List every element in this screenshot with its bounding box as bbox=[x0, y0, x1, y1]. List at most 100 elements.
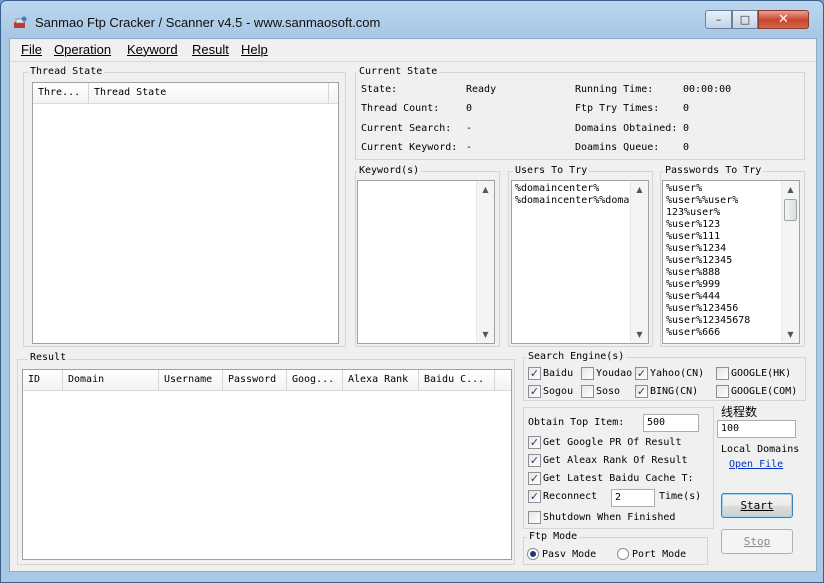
col-id[interactable]: ID bbox=[23, 370, 63, 390]
google-com-checkbox[interactable] bbox=[716, 385, 729, 398]
domains-queue-label: Doamins Queue: bbox=[575, 142, 660, 153]
baidu-label: Baidu bbox=[543, 368, 574, 379]
current-keyword-value: - bbox=[466, 142, 473, 153]
col-google[interactable]: Goog... bbox=[287, 370, 343, 390]
state-label: State: bbox=[361, 84, 398, 95]
col-domain[interactable]: Domain bbox=[63, 370, 159, 390]
ftp-mode-title: Ftp Mode bbox=[527, 531, 580, 542]
google-hk-checkbox[interactable] bbox=[716, 367, 729, 380]
menu-file[interactable]: File bbox=[21, 42, 42, 57]
password-item: 123%user% bbox=[666, 207, 721, 218]
soso-label: Soso bbox=[596, 386, 621, 397]
passwords-title: Passwords To Try bbox=[663, 165, 764, 176]
thread-column-header[interactable]: Thre... bbox=[33, 83, 89, 103]
current-state-title: Current State bbox=[357, 66, 440, 77]
menu-result[interactable]: Result bbox=[192, 42, 229, 57]
users-title: Users To Try bbox=[513, 165, 590, 176]
menu-bar: File Operation Keyword Result Help bbox=[10, 39, 816, 62]
yahoo-checkbox[interactable]: ✓ bbox=[635, 367, 648, 380]
sogou-checkbox[interactable]: ✓ bbox=[528, 385, 541, 398]
users-textarea[interactable]: %domaincenter% %domaincenter%%doma ▲ ▼ bbox=[511, 180, 649, 344]
thread-state-title: Thread State bbox=[28, 66, 105, 77]
keywords-title: Keyword(s) bbox=[357, 165, 422, 176]
user-item: %domaincenter%%doma bbox=[515, 195, 629, 206]
col-baidu[interactable]: Baidu C... bbox=[419, 370, 495, 390]
pasv-mode-radio[interactable] bbox=[527, 548, 539, 560]
password-item: %user%444 bbox=[666, 291, 721, 302]
ftp-try-label: Ftp Try Times: bbox=[575, 103, 660, 114]
get-pr-checkbox[interactable]: ✓ bbox=[528, 436, 541, 449]
main-window: Sanmao Ftp Cracker / Scanner v4.5 - www.… bbox=[0, 0, 824, 583]
get-alexa-checkbox[interactable]: ✓ bbox=[528, 454, 541, 467]
menu-operation[interactable]: Operation bbox=[54, 42, 111, 57]
google-hk-label: GOOGLE(HK) bbox=[731, 368, 792, 379]
thread-state-column-header[interactable]: Thread State bbox=[89, 83, 329, 103]
close-button[interactable]: ✕ bbox=[758, 10, 809, 29]
passwords-textarea[interactable]: %user% %user%%user% 123%user% %user%123 %use… bbox=[662, 180, 800, 344]
scroll-down-icon[interactable]: ▼ bbox=[477, 326, 494, 343]
password-item: %user%%user% bbox=[666, 195, 739, 206]
port-mode-radio[interactable] bbox=[617, 548, 629, 560]
bing-checkbox[interactable]: ✓ bbox=[635, 385, 648, 398]
menu-help[interactable]: Help bbox=[241, 42, 268, 57]
thread-state-list[interactable]: Thre... Thread State bbox=[32, 82, 339, 344]
app-icon bbox=[14, 16, 27, 28]
scroll-down-icon[interactable]: ▼ bbox=[782, 326, 799, 343]
scroll-thumb[interactable] bbox=[784, 199, 797, 221]
scroll-up-icon[interactable]: ▲ bbox=[631, 181, 648, 198]
threads-input[interactable]: 100 bbox=[717, 420, 796, 438]
open-file-link[interactable]: Open File bbox=[729, 459, 783, 470]
window-title: Sanmao Ftp Cracker / Scanner v4.5 - www.… bbox=[35, 15, 381, 30]
menu-keyword[interactable]: Keyword bbox=[127, 42, 178, 57]
stop-button[interactable]: Stop bbox=[721, 529, 793, 554]
password-item: %user%123 bbox=[666, 219, 721, 230]
result-title: Result bbox=[28, 352, 69, 363]
col-password[interactable]: Password bbox=[223, 370, 287, 390]
sogou-label: Sogou bbox=[543, 386, 574, 397]
scroll-up-icon[interactable]: ▲ bbox=[782, 181, 799, 198]
password-item: %user%12345678 bbox=[666, 315, 751, 326]
running-time-label: Running Time: bbox=[575, 84, 654, 95]
obtain-top-input[interactable]: 500 bbox=[643, 414, 699, 432]
shutdown-checkbox[interactable] bbox=[528, 511, 541, 524]
youdao-label: Youdao bbox=[596, 368, 633, 379]
keywords-scrollbar[interactable]: ▲ ▼ bbox=[476, 181, 494, 343]
reconnect-checkbox[interactable]: ✓ bbox=[528, 490, 541, 503]
password-item: %user%12345 bbox=[666, 255, 733, 266]
baidu-checkbox[interactable]: ✓ bbox=[528, 367, 541, 380]
youdao-checkbox[interactable] bbox=[581, 367, 594, 380]
user-item: %domaincenter% bbox=[515, 183, 600, 194]
scroll-down-icon[interactable]: ▼ bbox=[631, 326, 648, 343]
users-list: %domaincenter% %domaincenter%%doma bbox=[515, 183, 629, 207]
result-list[interactable]: ID Domain Username Password Goog... Alex… bbox=[22, 369, 512, 560]
domains-queue-value: 0 bbox=[683, 142, 690, 153]
current-search-value: - bbox=[466, 123, 473, 134]
passwords-scrollbar[interactable]: ▲ ▼ bbox=[781, 181, 799, 343]
password-item: %user%123456 bbox=[666, 303, 739, 314]
users-scrollbar[interactable]: ▲ ▼ bbox=[630, 181, 648, 343]
get-baidu-checkbox[interactable]: ✓ bbox=[528, 472, 541, 485]
search-engine-title: Search Engine(s) bbox=[526, 351, 627, 362]
col-alexa-rank[interactable]: Alexa Rank bbox=[343, 370, 419, 390]
local-domains-label: Local Domains bbox=[721, 444, 800, 455]
scroll-up-icon[interactable]: ▲ bbox=[477, 181, 494, 198]
reconnect-input[interactable]: 2 bbox=[611, 489, 655, 507]
soso-checkbox[interactable] bbox=[581, 385, 594, 398]
thread-count-label: Thread Count: bbox=[361, 103, 440, 114]
maximize-button[interactable]: □ bbox=[732, 10, 758, 29]
reconnect-label: Reconnect bbox=[543, 491, 598, 502]
start-button[interactable]: Start bbox=[721, 493, 793, 518]
col-username[interactable]: Username bbox=[159, 370, 223, 390]
get-baidu-label: Get Latest Baidu Cache T: bbox=[543, 473, 694, 484]
current-keyword-label: Current Keyword: bbox=[361, 142, 458, 153]
running-time-value: 00:00:00 bbox=[683, 84, 732, 95]
minimize-button[interactable]: – bbox=[705, 10, 732, 29]
title-bar[interactable]: Sanmao Ftp Cracker / Scanner v4.5 - www.… bbox=[1, 1, 823, 35]
password-item: %user%666 bbox=[666, 327, 721, 338]
shutdown-label: Shutdown When Finished bbox=[543, 512, 676, 523]
state-value: Ready bbox=[466, 84, 497, 95]
keywords-textarea[interactable]: ▲ ▼ bbox=[357, 180, 495, 344]
password-item: %user% bbox=[666, 183, 703, 194]
yahoo-label: Yahoo(CN) bbox=[650, 368, 705, 379]
bing-label: BING(CN) bbox=[650, 386, 699, 397]
